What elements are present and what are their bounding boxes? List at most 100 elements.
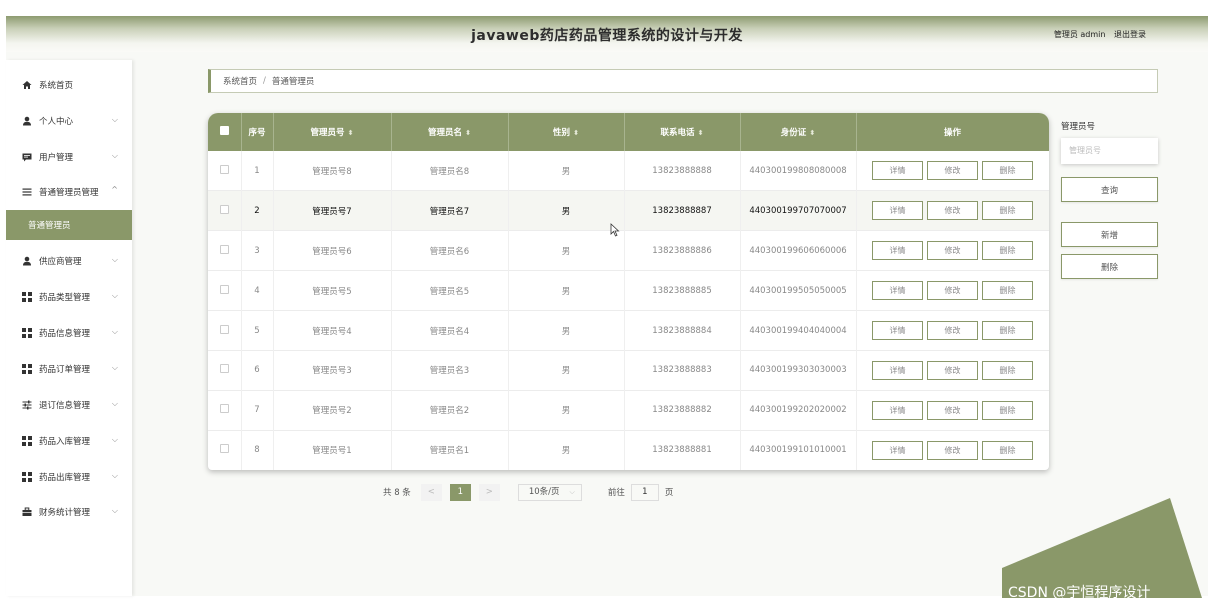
detail-button[interactable]: 详情 — [872, 281, 923, 301]
query-button[interactable]: 查询 — [1061, 177, 1158, 202]
actions-cell: 详情 修改 删除 — [856, 350, 1049, 391]
sidebar-item-users[interactable]: 用户管理 ⌵ — [6, 147, 132, 167]
detail-button[interactable]: 详情 — [872, 400, 923, 420]
sidebar-item-admin-management[interactable]: 普通管理员管理 ^ — [6, 182, 132, 202]
delete-button[interactable]: 删除 — [1061, 254, 1158, 279]
sidebar-item-refunds[interactable]: 退订信息管理 ⌵ — [6, 395, 132, 415]
sidebar-subitem-label: 普通管理员 — [28, 221, 71, 231]
delete-row-button[interactable]: 删除 — [982, 440, 1033, 460]
sidebar-subitem-admin[interactable]: 普通管理员 — [6, 210, 132, 240]
table-row[interactable]: 5 管理员号4 管理员名4 男 13823888884 44030019940404000… — [208, 310, 1049, 351]
edit-button[interactable]: 修改 — [927, 281, 978, 301]
breadcrumb-current: 普通管理员 — [271, 77, 315, 87]
delete-row-button[interactable]: 删除 — [982, 360, 1033, 380]
pagination: 共 8 条 < 1 > 10条/页 ⌵ 前往 1 页 — [383, 483, 673, 501]
row-checkbox[interactable] — [219, 404, 229, 414]
phone: 13823888882 — [624, 390, 741, 431]
grid-icon — [22, 436, 32, 446]
chevron-down-icon: ⌵ — [111, 255, 118, 264]
delete-row-button[interactable]: 删除 — [982, 321, 1033, 340]
sort-icon[interactable]: ⬍ — [465, 129, 471, 137]
sidebar-item-label: 系统首页 — [39, 81, 74, 91]
delete-row-button[interactable]: 删除 — [982, 201, 1033, 221]
add-button[interactable]: 新增 — [1061, 222, 1158, 247]
list-icon — [22, 187, 32, 197]
edit-button[interactable]: 修改 — [927, 161, 978, 181]
select-all-checkbox[interactable] — [219, 126, 229, 135]
breadcrumb-home[interactable]: 系统首页 — [223, 75, 257, 87]
sort-icon[interactable]: ⬍ — [698, 129, 704, 137]
table-row[interactable]: 1 管理员号8 管理员名8 男 13823888888 44030019980808000… — [208, 151, 1049, 191]
edit-button[interactable]: 修改 — [927, 241, 978, 261]
page-unit-label: 页 — [664, 488, 674, 498]
sidebar-item-stock-in[interactable]: 药品入库管理 ⌵ — [6, 431, 132, 451]
logout-link[interactable]: 退出登录 — [1114, 30, 1146, 39]
table-row[interactable]: 3 管理员号6 管理员名6 男 13823888886 44030019960606000… — [208, 230, 1049, 271]
goto-page-input[interactable]: 1 — [630, 483, 659, 501]
gender: 男 — [508, 270, 625, 311]
table-row[interactable]: 4 管理员号5 管理员名5 男 13823888885 44030019950505000… — [208, 270, 1049, 311]
chevron-down-icon: ⌵ — [111, 363, 118, 372]
select-cell — [208, 350, 242, 391]
row-checkbox[interactable] — [219, 284, 229, 294]
edit-button[interactable]: 修改 — [927, 201, 978, 221]
row-checkbox[interactable] — [219, 244, 229, 254]
delete-row-button[interactable]: 删除 — [982, 241, 1033, 261]
detail-button[interactable]: 详情 — [872, 241, 923, 261]
sidebar-item-stock-out[interactable]: 药品出库管理 ⌵ — [6, 467, 132, 487]
detail-button[interactable]: 详情 — [872, 360, 923, 380]
row-checkbox[interactable] — [219, 324, 229, 334]
sidebar-item-drug-types[interactable]: 药品类型管理 ⌵ — [6, 287, 132, 307]
detail-button[interactable]: 详情 — [872, 321, 923, 340]
detail-button[interactable]: 详情 — [872, 161, 923, 181]
next-page-button[interactable]: > — [478, 483, 500, 501]
delete-row-button[interactable]: 删除 — [982, 400, 1033, 420]
row-checkbox[interactable] — [219, 364, 229, 374]
sort-icon[interactable]: ⬍ — [809, 129, 815, 137]
edit-button[interactable]: 修改 — [927, 440, 978, 460]
page-size-select[interactable]: 10条/页 ⌵ — [517, 483, 582, 501]
edit-button[interactable]: 修改 — [927, 400, 978, 420]
table-header-row: 序号 管理员号 ⬍ 管理员名 ⬍ 性别 ⬍ 联系电话 ⬍ 身份证 ⬍ 操作 — [208, 113, 1049, 151]
sidebar-item-suppliers[interactable]: 供应商管理 ⌵ — [6, 251, 132, 271]
chevron-down-icon: ⌵ — [111, 435, 118, 444]
detail-button[interactable]: 详情 — [872, 201, 923, 221]
edit-button[interactable]: 修改 — [927, 321, 978, 340]
admin-name: 管理员名5 — [391, 270, 509, 311]
sort-icon[interactable]: ⬍ — [348, 129, 354, 137]
detail-button[interactable]: 详情 — [872, 440, 923, 460]
prev-page-button[interactable]: < — [420, 483, 442, 501]
top-header: javaweb药店药品管理系统的设计与开发 管理员 admin 退出登录 — [6, 16, 1208, 52]
row-checkbox[interactable] — [219, 164, 229, 174]
table-row[interactable]: 8 管理员号1 管理员名1 男 13823888881 44030019910101000… — [208, 430, 1049, 470]
sidebar-item-finance[interactable]: 财务统计管理 ⌵ — [6, 502, 132, 522]
column-header-phone[interactable]: 联系电话 ⬍ — [624, 113, 741, 151]
select-cell — [208, 310, 242, 351]
column-header-gender[interactable]: 性别 ⬍ — [508, 113, 625, 151]
gender: 男 — [508, 390, 625, 431]
watermark: CSDN @宇恒程序设计 — [1008, 585, 1151, 601]
column-header-idcard[interactable]: 身份证 ⬍ — [740, 113, 857, 151]
delete-row-button[interactable]: 删除 — [982, 281, 1033, 301]
message-icon — [22, 152, 32, 162]
page-number-button[interactable]: 1 — [449, 483, 471, 501]
sidebar-item-home[interactable]: 系统首页 — [6, 75, 132, 95]
sidebar-item-drug-info[interactable]: 药品信息管理 ⌵ — [6, 323, 132, 343]
user-label: 管理员 admin — [1053, 30, 1106, 39]
table-row[interactable]: 6 管理员号3 管理员名3 男 13823888883 44030019930303000… — [208, 350, 1049, 391]
sidebar-item-drug-orders[interactable]: 药品订单管理 ⌵ — [6, 359, 132, 379]
select-cell — [208, 270, 242, 311]
table-row[interactable]: 2 管理员号7 管理员名7 男 13823888887 44030019970707000… — [208, 190, 1049, 231]
page-size-value: 10条/页 — [528, 486, 560, 497]
column-header-id[interactable]: 管理员号 ⬍ — [273, 113, 392, 151]
delete-row-button[interactable]: 删除 — [982, 161, 1033, 181]
sidebar-item-profile[interactable]: 个人中心 ⌵ — [6, 111, 132, 131]
column-header-name[interactable]: 管理员名 ⬍ — [391, 113, 509, 151]
sidebar-item-label: 退订信息管理 — [39, 401, 91, 411]
edit-button[interactable]: 修改 — [927, 360, 978, 380]
table-row[interactable]: 7 管理员号2 管理员名2 男 13823888882 44030019920202000… — [208, 390, 1049, 431]
row-checkbox[interactable] — [219, 204, 229, 214]
search-input[interactable]: 管理员号 — [1061, 138, 1158, 164]
sort-icon[interactable]: ⬍ — [573, 129, 579, 137]
row-checkbox[interactable] — [219, 444, 229, 454]
